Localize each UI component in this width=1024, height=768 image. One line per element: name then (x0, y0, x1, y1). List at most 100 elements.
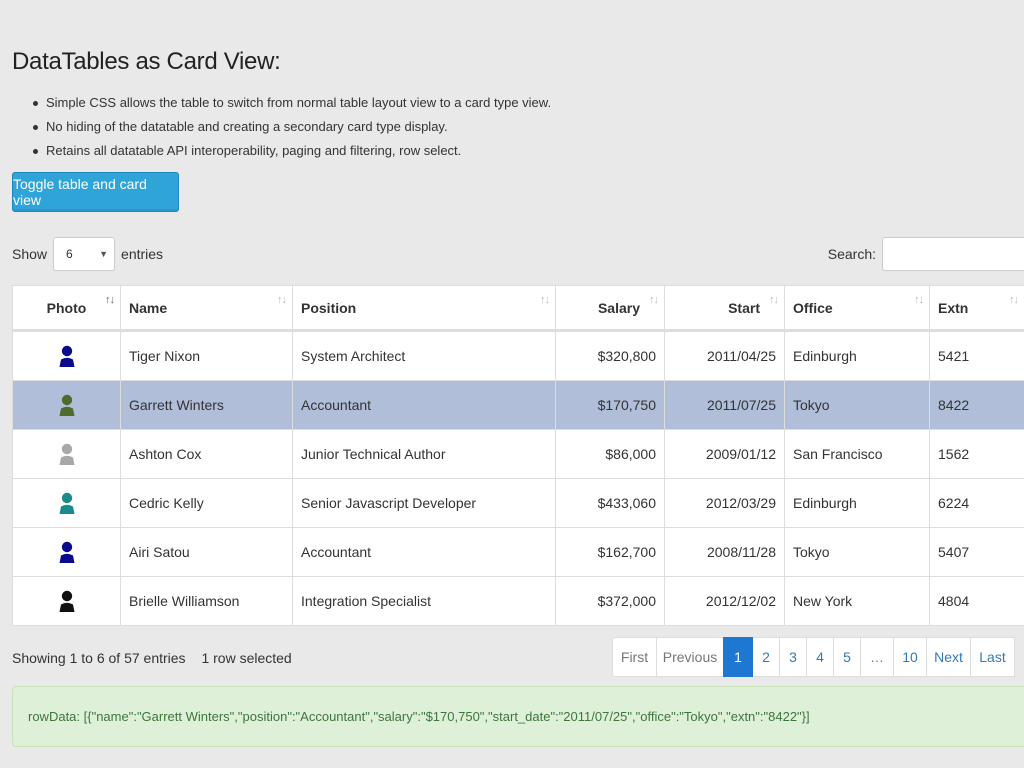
caret-down-icon: ▼ (99, 249, 109, 259)
search-label: Search: (827, 246, 876, 262)
cell-start: 2011/07/25 (664, 380, 785, 430)
person-icon (58, 394, 76, 416)
cell-position: Accountant (292, 380, 556, 430)
column-header-office[interactable]: Office ↑↓ (784, 285, 930, 332)
person-icon (58, 590, 76, 612)
column-header-label: Position (301, 299, 357, 316)
cell-office: Edinburgh (784, 330, 930, 381)
feature-list: Simple CSS allows the table to switch fr… (12, 93, 551, 165)
page-button[interactable]: 1 (723, 637, 753, 677)
page-first-button[interactable]: First (612, 637, 657, 677)
column-header-label: Salary (597, 299, 640, 316)
entries-select-value: 6 (66, 247, 73, 261)
sort-icon: ↑↓ (1009, 294, 1019, 306)
feature-item: No hiding of the datatable and creating … (12, 117, 551, 141)
cell-salary: $433,060 (555, 478, 665, 528)
cell-extn: 4804 (929, 576, 1024, 626)
person-icon (58, 492, 76, 514)
cell-start: 2008/11/28 (664, 527, 785, 577)
feature-text: Retains all datatable API interoperabili… (46, 143, 462, 158)
table-info: Showing 1 to 6 of 57 entries 1 row selec… (12, 650, 292, 666)
cell-extn: 8422 (929, 380, 1024, 430)
sort-icon: ↑↓ (769, 294, 779, 306)
bullet-icon (33, 149, 38, 154)
toggle-view-button[interactable]: Toggle table and card view (12, 172, 179, 212)
feature-item: Simple CSS allows the table to switch fr… (12, 93, 551, 117)
sort-icon: ↑↓ (277, 294, 287, 306)
pagination: First Previous 1 2 3 4 5… 10 Next Last (612, 637, 1015, 677)
photo-cell (12, 429, 121, 479)
column-header-position[interactable]: Position ↑↓ (292, 285, 556, 332)
cell-position: Senior Javascript Developer (292, 478, 556, 528)
column-header-name[interactable]: Name ↑↓ (120, 285, 293, 332)
employee-table: Photo ↑↓ Name ↑↓ Position ↑↓ Salary ↑↓ Start… (12, 285, 1024, 626)
photo-cell (12, 330, 121, 381)
cell-salary: $372,000 (555, 576, 665, 626)
cell-office: Tokyo (784, 380, 930, 430)
page-button[interactable]: 4 (806, 637, 834, 677)
entries-info: Showing 1 to 6 of 57 entries (12, 650, 186, 666)
page-button[interactable]: 2 (752, 637, 780, 677)
sort-icon: ↑↓ (914, 294, 924, 306)
row-data-alert: rowData: [{"name":"Garrett Winters","pos… (12, 686, 1024, 747)
table-row[interactable]: Ashton Cox Junior Technical Author $86,000… (12, 429, 1024, 479)
column-header-extn[interactable]: Extn ↑↓ (929, 285, 1024, 332)
page-button[interactable]: 10 (893, 637, 927, 677)
page-title: DataTables as Card View: (12, 48, 281, 75)
table-row[interactable]: Cedric Kelly Senior Javascript Developer $… (12, 478, 1024, 528)
column-header-photo[interactable]: Photo ↑↓ (12, 285, 121, 332)
cell-name: Cedric Kelly (120, 478, 293, 528)
cell-name: Tiger Nixon (120, 330, 293, 381)
row-data-text: rowData: [{"name":"Garrett Winters","pos… (28, 709, 810, 724)
feature-item: Retains all datatable API interoperabili… (12, 141, 551, 165)
cell-extn: 6224 (929, 478, 1024, 528)
page-button[interactable]: 5 (833, 637, 861, 677)
cell-salary: $320,800 (555, 330, 665, 381)
column-header-label: Start (728, 299, 760, 316)
feature-text: No hiding of the datatable and creating … (46, 119, 448, 134)
page-next-button[interactable]: Next (926, 637, 971, 677)
photo-cell (12, 478, 121, 528)
cell-start: 2009/01/12 (664, 429, 785, 479)
column-header-label: Name (129, 299, 168, 316)
page-button[interactable]: 3 (779, 637, 807, 677)
table-header-row: Photo ↑↓ Name ↑↓ Position ↑↓ Salary ↑↓ Start… (12, 285, 1024, 332)
page-previous-button[interactable]: Previous (656, 637, 724, 677)
cell-name: Ashton Cox (120, 429, 293, 479)
cell-salary: $86,000 (555, 429, 665, 479)
column-header-label: Extn (938, 299, 969, 316)
column-header-label: Photo (46, 299, 87, 316)
search-control: Search: (828, 236, 1024, 272)
person-icon (58, 345, 76, 367)
entries-select[interactable]: 6 ▼ (53, 237, 116, 271)
cell-salary: $162,700 (555, 527, 665, 577)
cell-start: 2012/03/29 (664, 478, 785, 528)
photo-cell (12, 527, 121, 577)
selection-info: 1 row selected (201, 650, 292, 666)
search-input[interactable] (882, 237, 1024, 271)
column-header-start[interactable]: Start ↑↓ (664, 285, 785, 332)
cell-position: Accountant (292, 527, 556, 577)
cell-start: 2011/04/25 (664, 330, 785, 381)
cell-position: Integration Specialist (292, 576, 556, 626)
cell-office: San Francisco (784, 429, 930, 479)
cell-salary: $170,750 (555, 380, 665, 430)
table-row[interactable]: Garrett Winters Accountant $170,750 2011/07… (12, 380, 1024, 430)
cell-position: Junior Technical Author (292, 429, 556, 479)
entries-label: entries (121, 246, 164, 262)
person-icon (58, 541, 76, 563)
cell-start: 2012/12/02 (664, 576, 785, 626)
column-header-salary[interactable]: Salary ↑↓ (555, 285, 665, 332)
sort-icon: ↑↓ (540, 294, 550, 306)
sort-icon: ↑↓ (649, 294, 659, 306)
bullet-icon (33, 101, 38, 106)
feature-text: Simple CSS allows the table to switch fr… (46, 95, 552, 110)
table-row[interactable]: Tiger Nixon System Architect $320,800 2011/… (12, 330, 1024, 381)
cell-extn: 1562 (929, 429, 1024, 479)
table-row[interactable]: Airi Satou Accountant $162,700 2008/11/28 To… (12, 527, 1024, 577)
column-header-label: Office (793, 299, 833, 316)
cell-office: New York (784, 576, 930, 626)
page-last-button[interactable]: Last (970, 637, 1015, 677)
bullet-icon (33, 125, 38, 130)
table-row[interactable]: Brielle Williamson Integration Specialist… (12, 576, 1024, 626)
